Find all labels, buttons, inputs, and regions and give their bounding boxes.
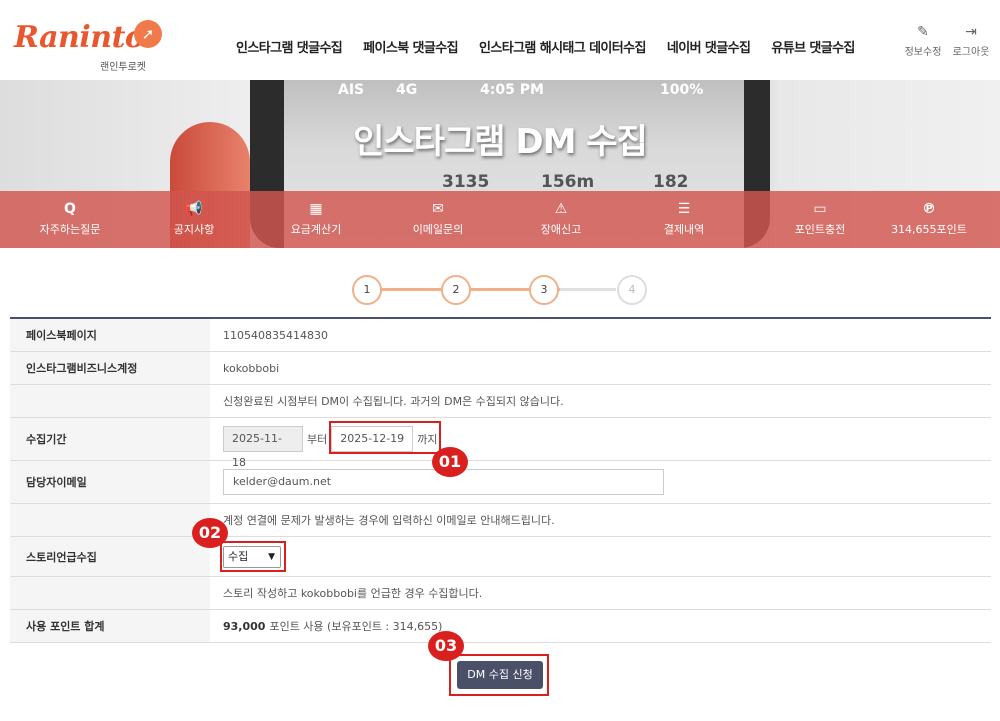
quick-email-label: 이메일문의 — [412, 223, 464, 236]
story-value: 수집 ▼ — [210, 537, 991, 576]
pinterest-icon: ℗ — [922, 201, 936, 217]
logo[interactable]: Raninto ➚ 랜인투로켓 — [14, 20, 162, 73]
row-points: 사용 포인트 합계 93,000 포인트 사용 (보유포인트 : 314,655… — [10, 610, 991, 643]
logout-icon: ⇥ — [965, 24, 977, 40]
time-text: 4:05 PM — [480, 82, 544, 98]
calculator-icon: ▦ — [309, 201, 323, 217]
banner-title: 인스타그램 DM 수집 — [353, 122, 648, 162]
points-suffix: 포인트 사용 (보유포인트 : 314,655) — [269, 620, 443, 633]
email-value: kelder@daum.net — [210, 461, 991, 503]
quick-email[interactable]: ✉ 이메일문의 — [378, 200, 498, 237]
edit-icon: ✎ — [917, 24, 929, 40]
warning-icon: ⚠ — [554, 201, 568, 217]
dm-request-form: 페이스북페이지 110540835414830 인스타그램비즈니스계정 koko… — [10, 317, 991, 643]
card-icon: ▭ — [813, 201, 827, 217]
logo-text: Raninto — [14, 20, 145, 55]
logout-label: 로그아웃 — [952, 47, 990, 58]
quick-faq-label: 자주하는질문 — [39, 223, 101, 236]
facebook-page-label: 페이스북페이지 — [10, 319, 210, 351]
quick-report[interactable]: ⚠ 장애신고 — [501, 200, 621, 237]
quick-charge-label: 포인트충전 — [794, 223, 846, 236]
row-email: 담당자이메일 kelder@daum.net — [10, 461, 991, 504]
dm-notice-label — [10, 385, 210, 417]
megaphone-icon: 📢 — [185, 201, 203, 217]
nav-instagram-comments[interactable]: 인스타그램 댓글수집 — [236, 37, 343, 56]
edit-profile-label: 정보수정 — [904, 47, 942, 58]
nav-naver-comments[interactable]: 네이버 댓글수집 — [667, 37, 751, 56]
step-2: 2 — [441, 275, 471, 305]
q-icon: Q — [64, 201, 76, 217]
network-text: 4G — [396, 82, 418, 98]
row-story: 스토리언급수집 수집 ▼ — [10, 537, 991, 577]
quick-menu-bar: Q 자주하는질문 📢 공지사항 ▦ 요금계산기 ✉ 이메일문의 ⚠ 장애신고 ☰… — [0, 191, 1000, 248]
battery-text: 100% — [660, 82, 704, 98]
quick-notice[interactable]: 📢 공지사항 — [134, 200, 254, 237]
row-business-account: 인스타그램비즈니스계정 kokobbobi — [10, 352, 991, 385]
quick-notice-label: 공지사항 — [173, 223, 215, 236]
row-dm-notice: 신청완료된 시점부터 DM이 수집됩니다. 과거의 DM은 수집되지 않습니다. — [10, 385, 991, 418]
period-value: 2025-11-18 부터 2025-12-19 까지 — [210, 418, 991, 469]
main-nav: 인스타그램 댓글수집 페이스북 댓글수집 인스타그램 해시태그 데이터수집 네이… — [236, 37, 876, 56]
quick-payments-label: 결제내역 — [663, 223, 705, 236]
row-story-notice: 스토리 작성하고 kokobbobi를 언급한 경우 수집합니다. — [10, 577, 991, 610]
nav-youtube-comments[interactable]: 유튜브 댓글수집 — [771, 37, 855, 56]
annotation-badge-02: 02 — [192, 518, 228, 548]
chevron-down-icon: ▼ — [268, 551, 275, 562]
stat-following: 182 — [653, 172, 689, 192]
nav-facebook-comments[interactable]: 페이스북 댓글수집 — [363, 37, 458, 56]
business-account-label: 인스타그램비즈니스계정 — [10, 352, 210, 384]
site-header: Raninto ➚ 랜인투로켓 인스타그램 댓글수집 페이스북 댓글수집 인스타… — [0, 0, 1000, 80]
step-indicator: 1 2 3 4 — [352, 275, 648, 305]
quick-points-label: 314,655포인트 — [891, 223, 967, 236]
row-period: 수집기간 2025-11-18 부터 2025-12-19 까지 — [10, 418, 991, 469]
story-select-value: 수집 — [228, 549, 249, 563]
period-until-text: 까지 — [417, 433, 438, 446]
stat-posts: 3135 — [442, 172, 490, 192]
period-between-text: 부터 — [307, 433, 328, 446]
logo-subtitle: 랜인투로켓 — [100, 62, 146, 73]
dm-submit-button[interactable]: DM 수집 신청 — [457, 661, 543, 689]
email-notice-text: 계정 연결에 문제가 발생하는 경우에 입력하신 이메일로 안내해드립니다. — [223, 514, 555, 527]
points-label: 사용 포인트 합계 — [10, 610, 210, 642]
quick-faq[interactable]: Q 자주하는질문 — [10, 200, 130, 237]
annotation-badge-01: 01 — [432, 447, 468, 477]
email-notice-label — [10, 504, 210, 536]
logout-button[interactable]: ⇥ 로그아웃 — [950, 24, 992, 58]
quick-calculator[interactable]: ▦ 요금계산기 — [256, 200, 376, 237]
story-notice-text: 스토리 작성하고 kokobbobi를 언급한 경우 수집합니다. — [223, 587, 483, 600]
period-label: 수집기간 — [10, 418, 210, 460]
edit-profile-button[interactable]: ✎ 정보수정 — [902, 24, 944, 58]
story-select[interactable]: 수집 ▼ — [223, 545, 281, 568]
rocket-icon: ➚ — [134, 20, 162, 48]
step-4: 4 — [617, 275, 647, 305]
email-label: 담당자이메일 — [10, 461, 210, 503]
quick-report-label: 장애신고 — [540, 223, 582, 236]
envelope-icon: ✉ — [432, 201, 444, 217]
story-notice-label — [10, 577, 210, 609]
annotation-badge-03: 03 — [428, 631, 464, 661]
list-icon: ☰ — [677, 201, 691, 217]
quick-payments[interactable]: ☰ 결제내역 — [624, 200, 744, 237]
row-email-notice: 계정 연결에 문제가 발생하는 경우에 입력하신 이메일로 안내해드립니다. — [10, 504, 991, 537]
carrier-text: AIS — [338, 82, 365, 98]
nav-instagram-hashtag[interactable]: 인스타그램 해시태그 데이터수집 — [479, 37, 647, 56]
row-facebook-page: 페이스북페이지 110540835414830 — [10, 319, 991, 352]
quick-charge[interactable]: ▭ 포인트충전 — [760, 200, 880, 237]
dm-notice-text: 신청완료된 시점부터 DM이 수집됩니다. 과거의 DM은 수집되지 않습니다. — [223, 395, 564, 408]
points-value: 93,000 포인트 사용 (보유포인트 : 314,655) — [210, 610, 991, 642]
quick-points[interactable]: ℗ 314,655포인트 — [869, 200, 989, 237]
period-from-input[interactable]: 2025-11-18 — [223, 426, 303, 469]
business-account-value: kokobbobi — [223, 361, 280, 375]
stat-followers: 156m — [541, 172, 595, 192]
story-label: 스토리언급수집 — [10, 537, 210, 576]
step-1: 1 — [352, 275, 382, 305]
period-to-input[interactable]: 2025-12-19 — [331, 426, 414, 452]
step-3: 3 — [529, 275, 559, 305]
points-amount: 93,000 — [223, 619, 266, 633]
facebook-page-value: 110540835414830 — [223, 328, 328, 342]
quick-calculator-label: 요금계산기 — [290, 223, 342, 236]
